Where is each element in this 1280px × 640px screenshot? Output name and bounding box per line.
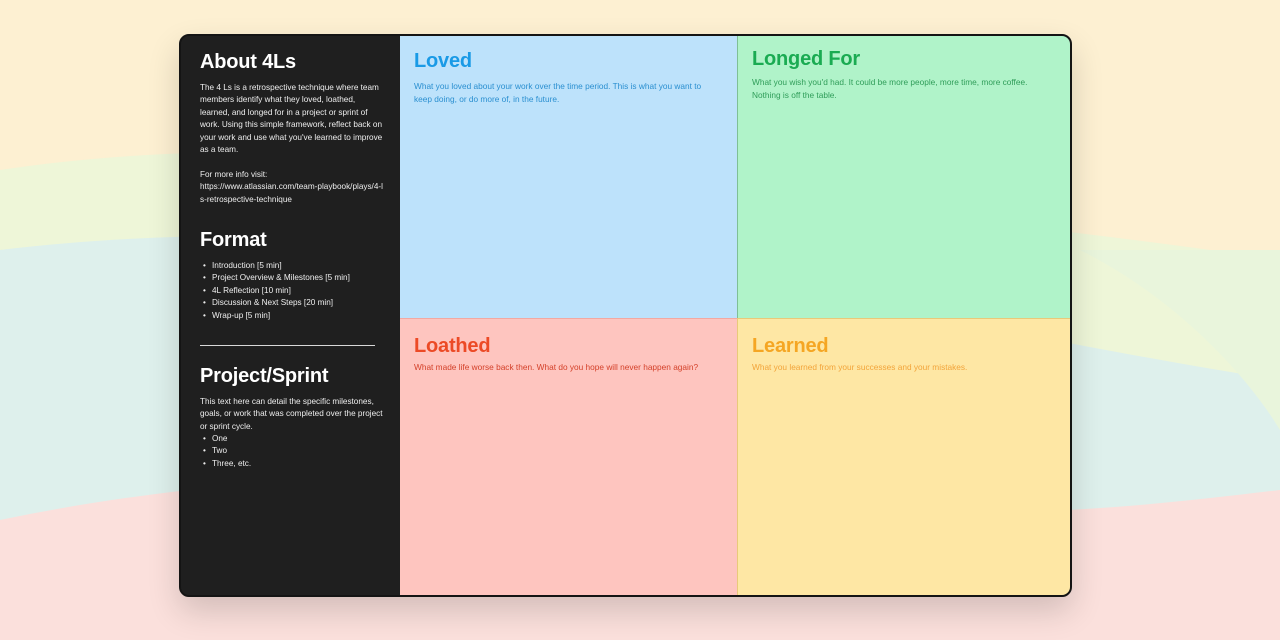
list-item: Discussion & Next Steps [20 min] (200, 297, 390, 310)
loved-title: Loved (414, 50, 472, 72)
longed-for-title: Longed For (752, 48, 860, 70)
more-info-link[interactable]: https://www.atlassian.com/team-playbook/… (200, 181, 386, 206)
info-sidebar: About 4Ls The 4 Ls is a retrospective te… (181, 36, 400, 595)
divider (200, 345, 375, 346)
longed-for-description: What you wish you'd had. It could be mor… (752, 77, 1028, 100)
loathed-quadrant[interactable]: Loathed What made life worse back then. … (400, 318, 737, 595)
list-item: Introduction [5 min] (200, 260, 390, 273)
list-item: Project Overview & Milestones [5 min] (200, 272, 390, 285)
about-description-text: The 4 Ls is a retrospective technique wh… (200, 83, 383, 155)
about-title: About 4Ls (200, 51, 296, 73)
longed-for-quadrant[interactable]: Longed For What you wish you'd had. It c… (737, 36, 1070, 318)
project-list: One Two Three, etc. (200, 433, 390, 471)
list-item: One (200, 433, 390, 446)
retrospective-board: About 4Ls The 4 Ls is a retrospective te… (179, 34, 1072, 597)
list-item: Wrap-up [5 min] (200, 310, 390, 323)
project-description: This text here can detail the specific m… (200, 397, 383, 431)
list-item: Two (200, 445, 390, 458)
format-title: Format (200, 229, 267, 251)
loved-quadrant[interactable]: Loved What you loved about your work ove… (400, 36, 737, 318)
format-list: Introduction [5 min] Project Overview & … (200, 260, 390, 322)
list-item: Three, etc. (200, 458, 390, 471)
loved-description: What you loved about your work over the … (414, 81, 702, 104)
loathed-description: What made life worse back then. What do … (414, 362, 699, 372)
learned-title: Learned (752, 335, 829, 357)
about-description: The 4 Ls is a retrospective technique wh… (200, 82, 386, 206)
loathed-title: Loathed (414, 335, 491, 357)
more-info-label: For more info visit: (200, 169, 268, 179)
list-item: 4L Reflection [10 min] (200, 285, 390, 298)
learned-quadrant[interactable]: Learned What you learned from your succe… (737, 318, 1070, 595)
project-title: Project/Sprint (200, 365, 329, 387)
learned-description: What you learned from your successes and… (752, 362, 968, 372)
